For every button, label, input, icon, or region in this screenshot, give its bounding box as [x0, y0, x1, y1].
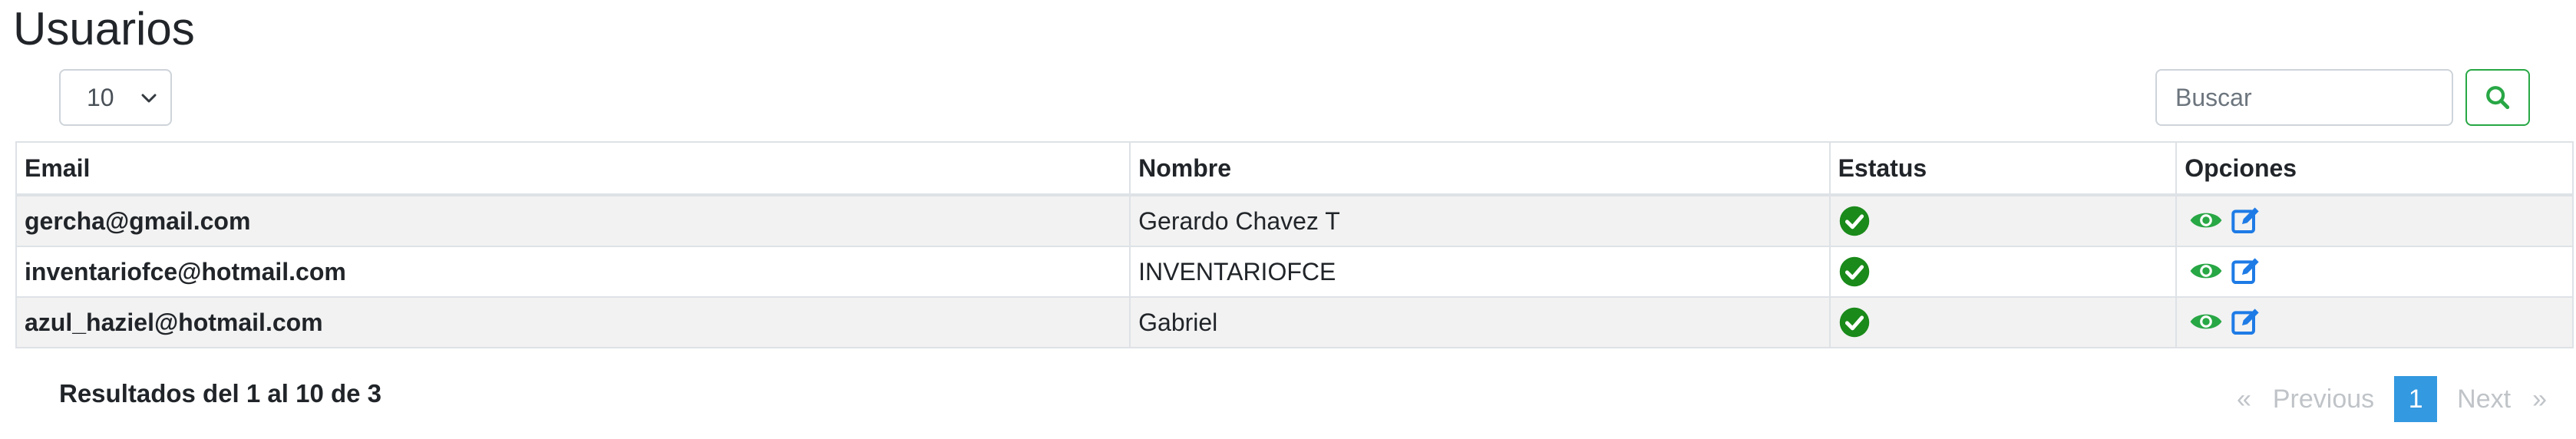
pagination-next[interactable]: Next: [2446, 385, 2522, 414]
column-header-opciones[interactable]: Opciones: [2175, 141, 2574, 196]
search-button[interactable]: [2465, 69, 2530, 126]
cell-nombre: INVENTARIOFCE: [1129, 246, 1831, 298]
cell-nombre: Gabriel: [1129, 296, 1831, 348]
search-input[interactable]: Buscar: [2155, 69, 2453, 126]
page-size-value: 10: [87, 83, 114, 111]
cell-estatus: [1828, 296, 2178, 348]
table-header-row: Email Nombre Estatus Opciones: [15, 141, 2574, 196]
check-circle-icon: [1839, 256, 1869, 287]
eye-icon[interactable]: [2189, 259, 2223, 282]
eye-icon[interactable]: [2189, 310, 2223, 333]
column-header-email[interactable]: Email: [15, 141, 1131, 196]
edit-icon[interactable]: [2231, 205, 2261, 236]
cell-nombre: Gerardo Chavez T: [1129, 194, 1831, 247]
edit-icon[interactable]: [2231, 306, 2261, 337]
page-title: Usuarios: [13, 3, 195, 54]
chevron-down-icon: [141, 94, 157, 103]
cell-estatus: [1828, 194, 2178, 247]
page-size-select[interactable]: 10: [59, 69, 172, 126]
column-header-nombre[interactable]: Nombre: [1129, 141, 1831, 196]
table-row: gercha@gmail.com Gerardo Chavez T: [15, 194, 2574, 247]
pagination: « Previous 1 Next »: [2226, 376, 2558, 422]
results-summary: Resultados del 1 al 10 de 3: [59, 379, 382, 408]
cell-opciones: [2175, 296, 2574, 348]
cell-estatus: [1828, 246, 2178, 298]
pagination-first[interactable]: «: [2226, 385, 2262, 414]
table-row: inventariofce@hotmail.com INVENTARIOFCE: [15, 246, 2574, 298]
eye-icon[interactable]: [2189, 209, 2223, 232]
column-header-estatus[interactable]: Estatus: [1828, 141, 2178, 196]
cell-email: inventariofce@hotmail.com: [15, 246, 1131, 298]
pagination-current-page[interactable]: 1: [2394, 376, 2438, 422]
cell-email: azul_haziel@hotmail.com: [15, 296, 1131, 348]
edit-icon[interactable]: [2231, 256, 2261, 286]
cell-email: gercha@gmail.com: [15, 194, 1131, 247]
table-row: azul_haziel@hotmail.com Gabriel: [15, 296, 2574, 348]
cell-opciones: [2175, 194, 2574, 247]
search-placeholder: Buscar: [2175, 83, 2252, 111]
cell-opciones: [2175, 246, 2574, 298]
pagination-previous[interactable]: Previous: [2262, 385, 2385, 414]
check-circle-icon: [1839, 206, 1869, 236]
search-icon: [2486, 86, 2510, 110]
check-circle-icon: [1839, 307, 1869, 338]
users-table: Email Nombre Estatus Opciones gercha@gma…: [15, 141, 2574, 348]
pagination-last[interactable]: »: [2522, 385, 2558, 414]
